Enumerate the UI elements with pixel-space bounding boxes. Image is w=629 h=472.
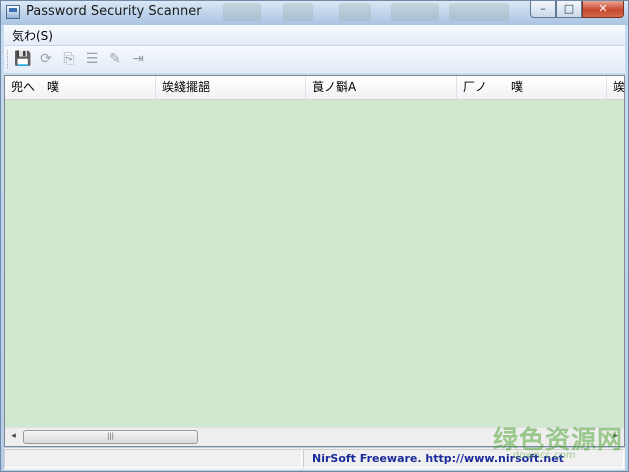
list-body[interactable] bbox=[5, 100, 624, 427]
column-header-user[interactable]: 厂ノ 噗 bbox=[457, 76, 607, 99]
watermark-url: downcc.com bbox=[513, 450, 576, 461]
grip-icon: ||| bbox=[106, 432, 115, 440]
copy-icon: ⎘ bbox=[63, 51, 75, 67]
refresh-icon: ⟳ bbox=[40, 51, 52, 67]
app-window: Password Security Scanner – □ ✕ 気わ(S) 💾 … bbox=[0, 0, 629, 472]
column-header-extra[interactable]: 竢綫 bbox=[607, 76, 624, 99]
window-title: Password Security Scanner bbox=[26, 4, 202, 19]
caption-buttons: – □ ✕ bbox=[530, 1, 624, 19]
save-icon: 💾 bbox=[14, 51, 32, 67]
refresh-button[interactable]: ⟳ bbox=[37, 50, 55, 68]
find-button[interactable]: ✎ bbox=[106, 50, 124, 68]
menu-bar: 気わ(S) bbox=[4, 25, 625, 46]
save-button[interactable]: 💾 bbox=[14, 50, 32, 68]
chevron-left-icon: ◂ bbox=[11, 431, 16, 441]
copy-button[interactable]: ⎘ bbox=[60, 50, 78, 68]
find-icon: ✎ bbox=[109, 51, 121, 67]
list-header: 兜へ 噗 竢綫擺郶 莨ノ斣A 厂ノ 噗 竢綫 bbox=[5, 76, 624, 100]
scroll-thumb[interactable]: ||| bbox=[23, 430, 198, 444]
properties-button[interactable]: ☰ bbox=[83, 50, 101, 68]
scroll-left-button[interactable]: ◂ bbox=[5, 428, 22, 445]
password-list[interactable]: 兜へ 噗 竢綫擺郶 莨ノ斣A 厂ノ 噗 竢綫 ◂ ||| ▸ bbox=[4, 75, 625, 447]
exit-icon: ⇥ bbox=[132, 51, 144, 67]
minimize-button[interactable]: – bbox=[530, 1, 556, 18]
properties-icon: ☰ bbox=[85, 51, 99, 67]
status-panel-left bbox=[4, 449, 302, 468]
title-bar[interactable]: Password Security Scanner – □ ✕ bbox=[1, 1, 628, 25]
close-button[interactable]: ✕ bbox=[582, 1, 624, 18]
column-header-application[interactable]: 竢綫擺郶 bbox=[156, 76, 306, 99]
maximize-button[interactable]: □ bbox=[556, 1, 582, 18]
toolbar-grip[interactable] bbox=[7, 50, 11, 69]
exit-button[interactable]: ⇥ bbox=[129, 50, 147, 68]
column-header-password-info[interactable]: 莨ノ斣A bbox=[306, 76, 457, 99]
column-header-item[interactable]: 兜へ 噗 bbox=[5, 76, 156, 99]
app-icon bbox=[6, 5, 20, 19]
toolbar: 💾 ⟳ ⎘ ☰ ✎ ⇥ bbox=[4, 46, 625, 73]
menu-item-file[interactable]: 気わ(S) bbox=[12, 27, 53, 44]
